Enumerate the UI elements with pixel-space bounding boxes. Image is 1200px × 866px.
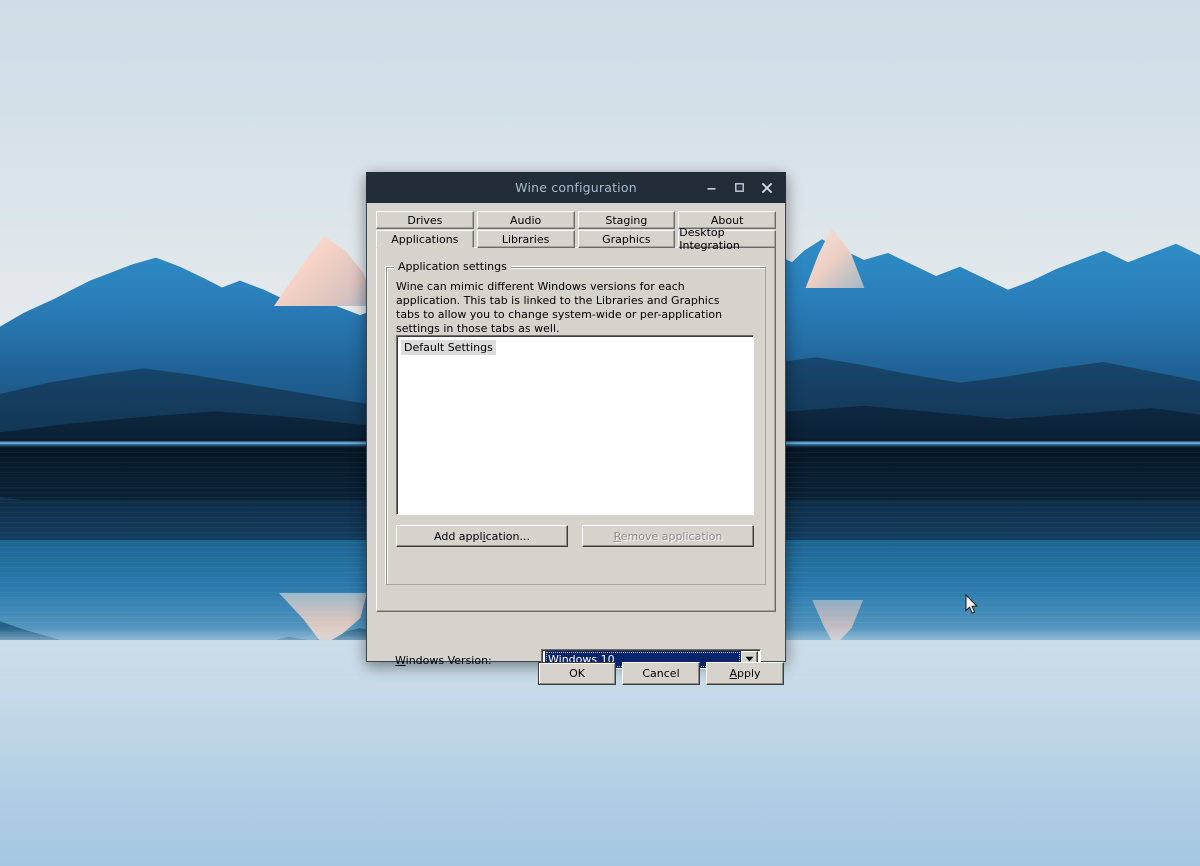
tab-staging[interactable]: Staging: [577, 211, 676, 229]
ok-label: OK: [569, 667, 585, 680]
applications-listbox[interactable]: Default Settings: [396, 335, 754, 515]
window-body: Drives Audio Staging About Applications …: [366, 203, 786, 685]
tab-label: Graphics: [602, 232, 651, 246]
group-description: Wine can mimic different Windows version…: [396, 280, 723, 335]
close-icon[interactable]: [754, 175, 780, 201]
applications-tab-panel: Application settings Wine can mimic diff…: [376, 247, 776, 669]
tab-drives[interactable]: Drives: [376, 211, 474, 229]
maximize-icon[interactable]: [726, 175, 752, 201]
remove-application-button[interactable]: Remove application: [582, 525, 754, 547]
tab-label: Desktop Integration: [679, 226, 740, 252]
tab-label: About: [710, 213, 744, 227]
remove-application-label: Remove application: [613, 529, 723, 543]
window-titlebar[interactable]: Wine configuration: [366, 172, 786, 203]
application-settings-group: Application settings Wine can mimic diff…: [386, 260, 766, 585]
tab-row-bottom: Applications Libraries Graphics Desktop …: [376, 226, 776, 252]
cancel-label: Cancel: [642, 667, 680, 680]
tab-label: Audio: [509, 213, 542, 227]
tab-graphics[interactable]: Graphics: [577, 230, 676, 248]
cancel-button[interactable]: Cancel: [622, 662, 700, 685]
tab-label: Libraries: [501, 232, 550, 246]
tab-label: Drives: [407, 213, 443, 227]
wine-configuration-window: Wine configuration Drives Audio Staging …: [366, 172, 786, 685]
tab-label: Applications: [391, 232, 459, 246]
minimize-icon[interactable]: [698, 175, 724, 201]
window-title: Wine configuration: [515, 180, 637, 195]
apply-button[interactable]: Apply: [706, 662, 784, 685]
tab-applications[interactable]: Applications: [376, 230, 474, 248]
list-item[interactable]: Default Settings: [401, 340, 496, 355]
group-title: Application settings: [394, 260, 511, 273]
windows-version-label: Windows Version:: [395, 654, 492, 667]
apply-label: Apply: [729, 667, 761, 680]
ok-button[interactable]: OK: [538, 662, 616, 685]
window-controls: [698, 172, 780, 203]
add-application-label: Add application...: [434, 529, 530, 543]
tab-strip: Drives Audio Staging About Applications …: [376, 211, 776, 252]
tab-libraries[interactable]: Libraries: [476, 230, 575, 248]
tab-audio[interactable]: Audio: [476, 211, 575, 229]
add-application-button[interactable]: Add application...: [396, 525, 568, 547]
tab-desktop-integration[interactable]: Desktop Integration: [678, 226, 776, 252]
tab-label: Staging: [605, 213, 648, 227]
